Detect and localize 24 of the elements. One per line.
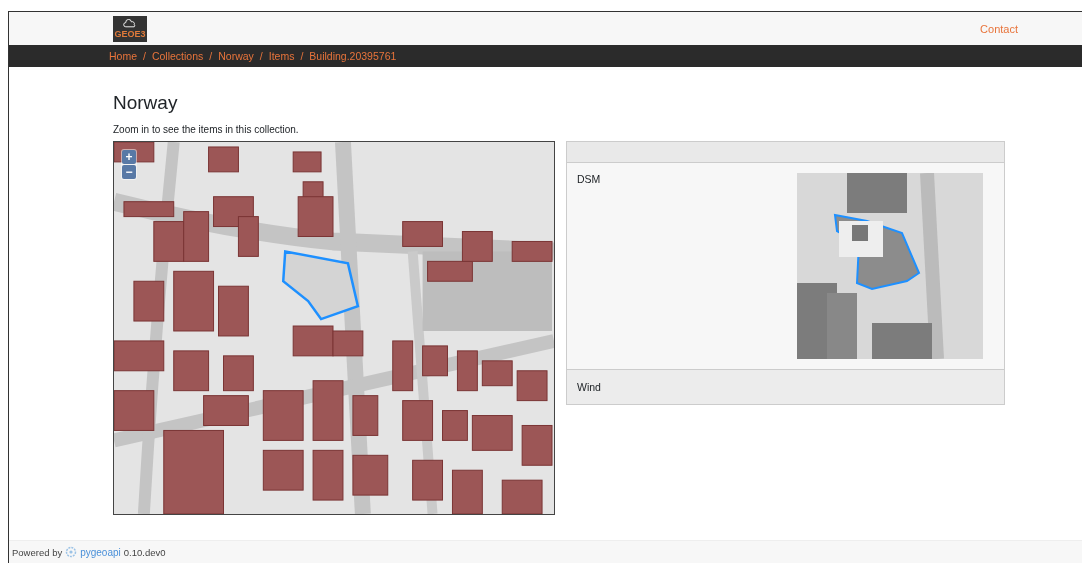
logo-text: GEOE3 bbox=[114, 28, 146, 39]
footer-text: Powered by bbox=[12, 546, 63, 558]
pygeoapi-link[interactable]: pygeoapi bbox=[80, 546, 121, 558]
description-text: Zoom in to see the items in this collection. bbox=[113, 124, 300, 135]
breadcrumb-separator: / bbox=[209, 50, 213, 62]
breadcrumb-link[interactable]: Norway bbox=[218, 50, 254, 62]
zoom-out-button[interactable]: − bbox=[122, 165, 136, 179]
breadcrumb-separator: / bbox=[259, 50, 263, 62]
row-label: Wind bbox=[577, 381, 601, 393]
breadcrumb-link[interactable]: Building.20395761 bbox=[309, 50, 397, 62]
breadcrumb-link[interactable]: Items bbox=[268, 50, 295, 62]
contact-link[interactable]: Contact bbox=[980, 22, 1018, 35]
logo[interactable]: GEOE3 bbox=[113, 15, 147, 42]
row-label: DSM bbox=[577, 173, 601, 187]
version-text: 0.10.dev0 bbox=[123, 546, 166, 558]
breadcrumb-link[interactable]: Home bbox=[109, 50, 137, 62]
map[interactable]: + − bbox=[113, 141, 555, 515]
cloud-icon bbox=[123, 18, 137, 29]
breadcrumb-link[interactable]: Collections bbox=[151, 50, 204, 62]
gear-icon bbox=[65, 546, 78, 558]
page-title: Norway bbox=[113, 91, 179, 115]
breadcrumb-separator: / bbox=[300, 50, 304, 62]
breadcrumb-separator: / bbox=[143, 50, 146, 62]
zoom-in-button[interactable]: + bbox=[122, 150, 136, 164]
